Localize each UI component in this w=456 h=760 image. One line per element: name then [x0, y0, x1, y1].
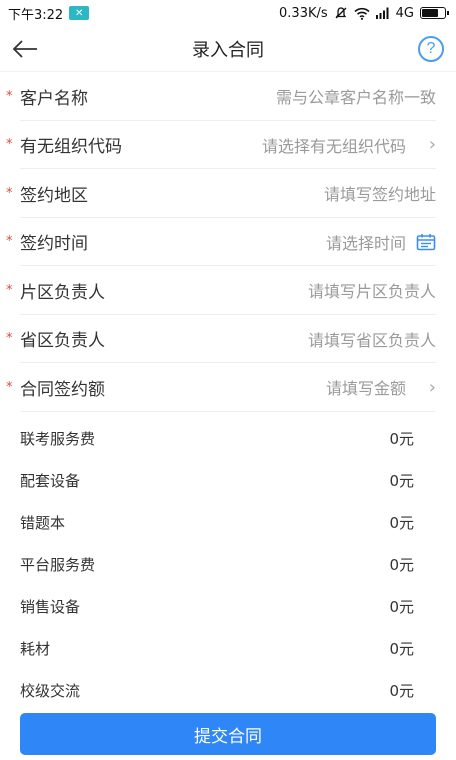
field-input[interactable]: 请选择时间 [88, 230, 406, 254]
field-label: 合同签约额 [20, 379, 105, 400]
field-label: 签约时间 [20, 234, 88, 255]
chevron-right-icon: › [428, 134, 436, 156]
status-time: 下午3:22 [8, 7, 64, 23]
fee-label: 联考服务费 [20, 430, 96, 448]
required-asterisk: * [6, 88, 13, 104]
back-arrow-icon [12, 40, 37, 58]
fee-row: 销售设备 0元 [0, 586, 456, 628]
field-label: 签约地区 [20, 185, 88, 206]
form-row[interactable]: * 客户名称 需与公章客户名称一致 [0, 72, 456, 121]
app-notification-icon: ✕ [69, 6, 90, 20]
fee-label: 错题本 [20, 514, 66, 532]
network-speed: 0.33K/s [279, 5, 328, 21]
field-label: 客户名称 [20, 88, 88, 109]
field-input[interactable]: 请填写签约地址 [88, 181, 436, 205]
signal-icon [375, 7, 389, 19]
fee-row: 校级交流 0元 [0, 670, 456, 712]
field-input[interactable]: 请选择有无组织代码 [122, 133, 406, 157]
battery-icon [420, 7, 449, 19]
field-input[interactable]: 请填写片区负责人 [105, 278, 436, 302]
wifi-icon [354, 7, 370, 20]
field-input[interactable]: 请填写金额 [105, 375, 406, 399]
fee-label: 配套设备 [20, 472, 81, 490]
fee-value: 0元 [389, 514, 414, 532]
calendar-icon[interactable] [414, 233, 436, 251]
help-button[interactable]: ? [418, 36, 444, 62]
required-asterisk: * [6, 185, 13, 201]
fee-value: 0元 [389, 556, 414, 574]
field-label: 省区负责人 [20, 331, 105, 352]
form-row[interactable]: * 片区负责人 请填写片区负责人 [0, 266, 456, 315]
fee-row: 错题本 0元 [0, 502, 456, 544]
field-input[interactable]: 需与公章客户名称一致 [88, 84, 436, 108]
status-bar: 下午3:22 ✕ 0.33K/s 4G [0, 0, 456, 26]
fee-value: 0元 [389, 430, 414, 448]
fee-value: 0元 [389, 598, 414, 616]
fee-value: 0元 [389, 682, 414, 700]
fee-label: 校级交流 [20, 682, 81, 700]
form-row[interactable]: * 签约时间 请选择时间 [0, 218, 456, 267]
required-asterisk: * [6, 379, 13, 395]
submit-contract-button[interactable]: 提交合同 [20, 713, 436, 755]
required-asterisk: * [6, 137, 13, 153]
form-row[interactable]: * 省区负责人 请填写省区负责人 [0, 315, 456, 364]
fee-row: 配套设备 0元 [0, 460, 456, 502]
field-input[interactable]: 请填写省区负责人 [105, 327, 436, 351]
form-row[interactable]: * 合同签约额 请填写金额 › [0, 363, 456, 412]
field-label: 片区负责人 [20, 282, 105, 303]
help-icon: ? [426, 40, 436, 57]
fee-value: 0元 [389, 472, 414, 490]
fee-list: 联考服务费 0元 配套设备 0元 错题本 0元 平台服务费 0元 销售设备 0元 耗材 0元 校级交流 0… [0, 412, 456, 712]
back-button[interactable] [10, 34, 40, 64]
fee-value: 0元 [389, 640, 414, 658]
form-row[interactable]: * 有无组织代码 请选择有无组织代码 › [0, 121, 456, 170]
status-right: 0.33K/s 4G [279, 5, 449, 21]
fee-row: 联考服务费 0元 [0, 418, 456, 460]
fee-label: 耗材 [20, 640, 51, 658]
fee-row: 平台服务费 0元 [0, 544, 456, 586]
battery-fill [422, 9, 438, 17]
navigation-bar: 录入合同 ? [0, 26, 456, 72]
fee-label: 平台服务费 [20, 556, 96, 574]
fee-row: 耗材 0元 [0, 628, 456, 670]
field-label: 有无组织代码 [20, 137, 122, 158]
network-type: 4G [395, 5, 414, 21]
form-row[interactable]: * 签约地区 请填写签约地址 [0, 169, 456, 218]
mute-icon [335, 7, 347, 19]
status-left: 下午3:22 ✕ [8, 4, 90, 23]
contract-form: * 客户名称 需与公章客户名称一致 * 有无组织代码 请选择有无组织代码 › * 签约地区 请填写… [0, 72, 456, 412]
chevron-right-icon: › [428, 376, 436, 398]
page-title: 录入合同 [192, 39, 264, 61]
required-asterisk: * [6, 234, 13, 250]
required-asterisk: * [6, 282, 13, 298]
fee-label: 销售设备 [20, 598, 81, 616]
required-asterisk: * [6, 331, 13, 347]
